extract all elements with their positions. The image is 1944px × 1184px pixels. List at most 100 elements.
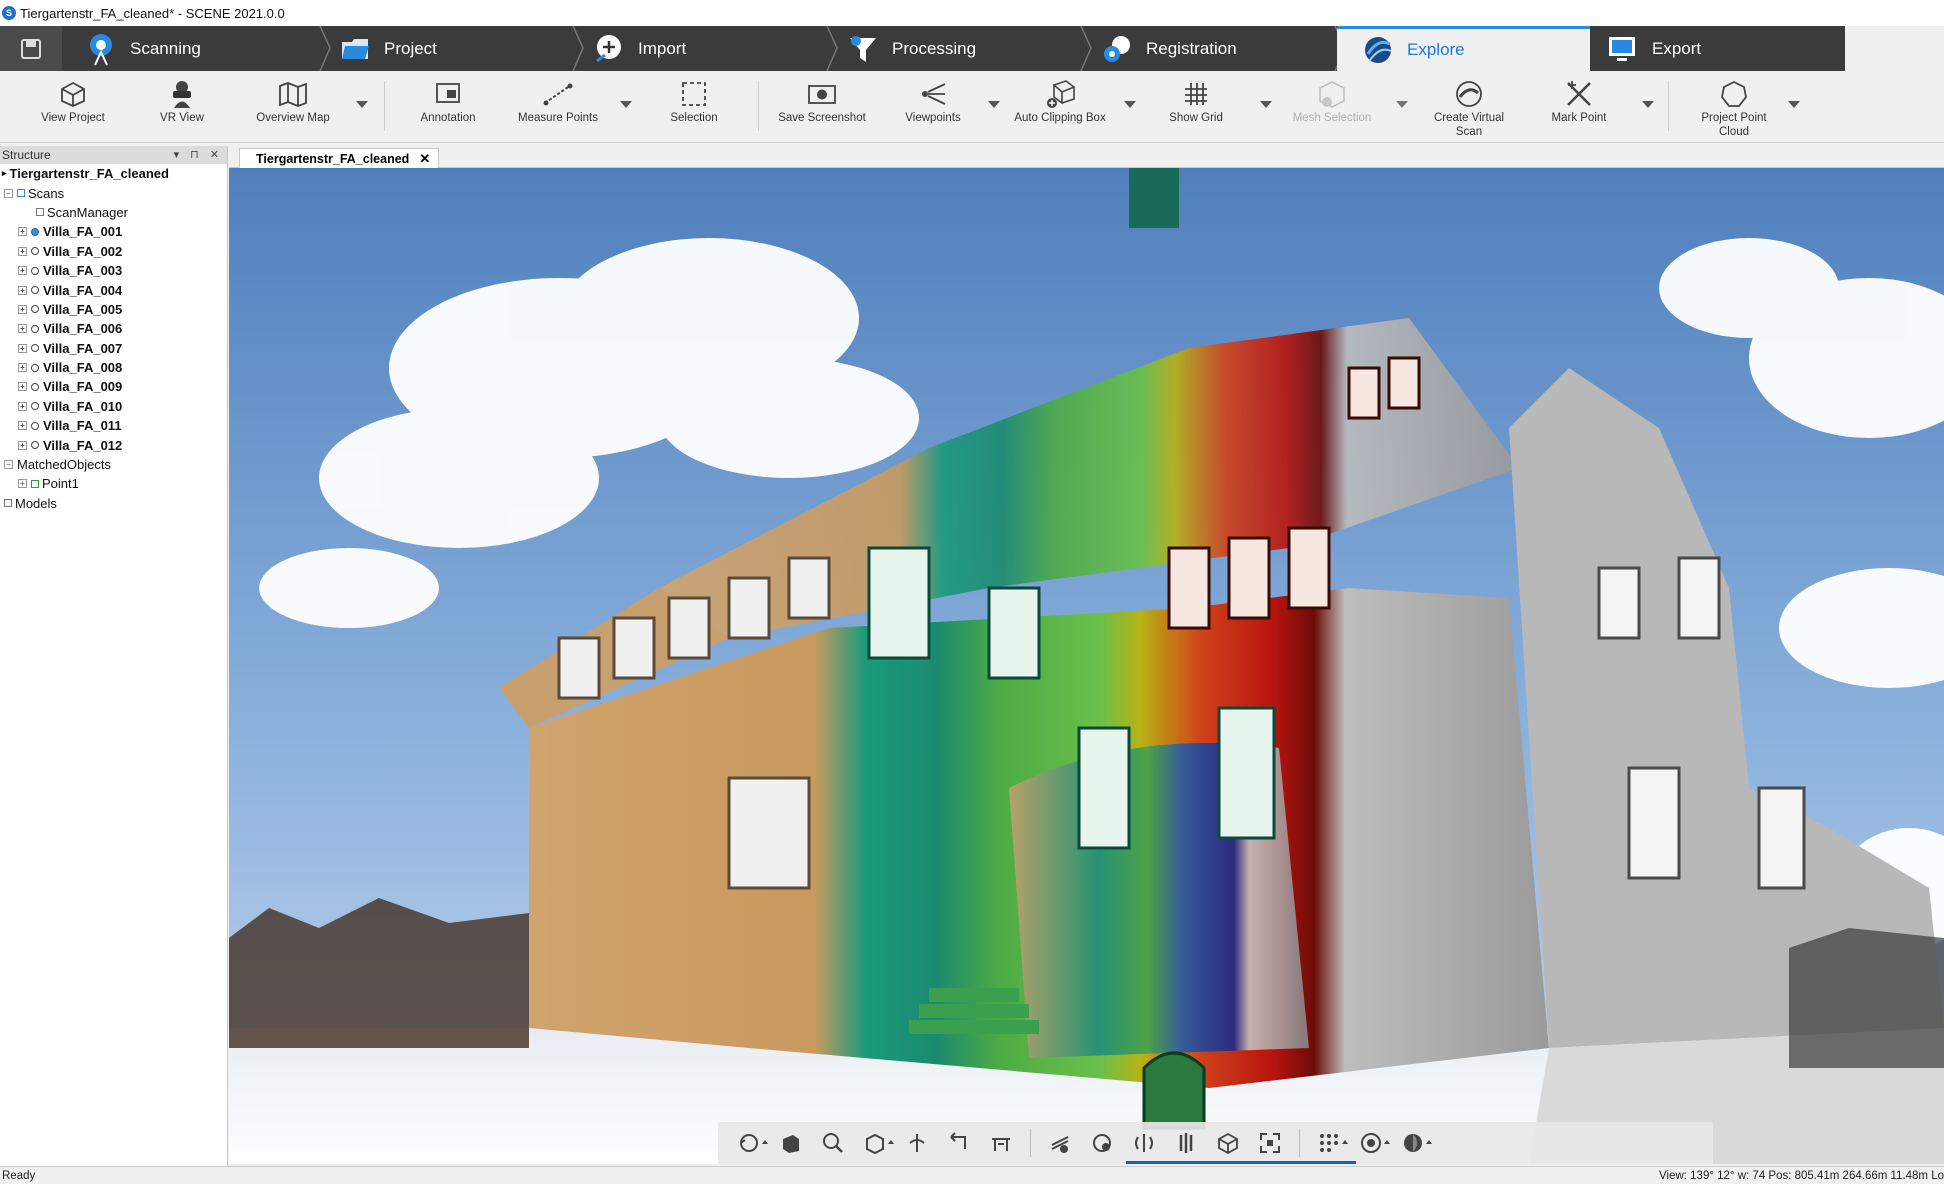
tab-explore[interactable]: Explore — [1337, 26, 1590, 71]
toolbar-separator — [1299, 1129, 1300, 1157]
reset-view-button[interactable] — [938, 1127, 980, 1159]
registration-icon — [1100, 32, 1134, 66]
overview-map-dropdown-icon[interactable] — [356, 101, 368, 108]
slice-button[interactable] — [1165, 1127, 1207, 1159]
mark-point-label: Mark Point — [1551, 112, 1607, 124]
walk-mode-button[interactable] — [1039, 1127, 1081, 1159]
expand-icon[interactable]: + — [18, 382, 27, 392]
show-grid-button[interactable]: Show Grid — [1166, 77, 1226, 125]
clipping-box-button[interactable] — [1207, 1127, 1249, 1159]
save-button[interactable] — [0, 26, 62, 71]
tree-item-scan[interactable]: + Villa_FA_010 — [0, 397, 227, 416]
tree-item-scan[interactable]: + Villa_FA_007 — [0, 339, 227, 358]
tab-project[interactable]: Project — [338, 26, 437, 71]
tree-label: ScanManager — [47, 204, 128, 220]
tree-item-scan[interactable]: + Villa_FA_005 — [0, 300, 227, 319]
expand-icon[interactable]: + — [18, 343, 27, 353]
rotate-button[interactable] — [896, 1127, 938, 1159]
target-button[interactable] — [1350, 1127, 1392, 1159]
scan-point-cloud-button[interactable] — [1081, 1127, 1123, 1159]
project-point-cloud-button[interactable]: Project Point Cloud — [1690, 77, 1778, 139]
mark-point-button[interactable]: Mark Point — [1546, 77, 1612, 125]
floppy-disk-icon — [21, 38, 41, 59]
annotation-button[interactable]: Annotation — [412, 77, 484, 125]
tree-item-models[interactable]: Models — [0, 494, 227, 513]
tree-item-scans[interactable]: − Scans — [0, 183, 227, 202]
project-point-cloud-label-line2: Cloud — [1718, 126, 1750, 138]
expand-icon[interactable]: + — [18, 304, 27, 314]
tab-scanning[interactable]: Scanning — [84, 26, 201, 71]
tree-item-scan[interactable]: + Villa_FA_008 — [0, 358, 227, 377]
tree-item-scan[interactable]: + Villa_FA_002 — [0, 242, 227, 261]
collapse-icon[interactable]: − — [4, 188, 13, 198]
tab-export[interactable]: Export — [1606, 26, 1701, 71]
zoom-button[interactable] — [812, 1127, 854, 1159]
create-virtual-scan-button[interactable]: Create Virtual Scan — [1424, 77, 1514, 139]
scan-list: + Villa_FA_001 + Villa_FA_002 + Villa_FA_003 +… — [0, 222, 227, 455]
auto-clipping-box-button[interactable]: Auto Clipping Box — [1010, 77, 1110, 125]
expand-icon[interactable]: + — [18, 266, 27, 276]
scan-label: Villa_FA_009 — [43, 379, 123, 395]
tree-item-scan[interactable]: + Villa_FA_004 — [0, 280, 227, 299]
viewpoints-dropdown-icon[interactable] — [988, 101, 1000, 108]
tree-item-point1[interactable]: + Point1 — [0, 474, 227, 493]
mark-point-dropdown-icon[interactable] — [1642, 101, 1654, 108]
expand-icon[interactable]: + — [18, 324, 27, 334]
toolbar-active-indicator — [1126, 1161, 1356, 1164]
3d-viewport[interactable] — [229, 168, 1944, 1164]
view-cube-button[interactable] — [854, 1127, 896, 1159]
measure-points-button[interactable]: Measure Points — [514, 77, 602, 125]
project-point-cloud-dropdown-icon[interactable] — [1788, 101, 1800, 108]
tree-item-scanmanager[interactable]: ScanManager — [0, 203, 227, 222]
panel-controls[interactable]: ▾ ⊓ ✕ — [174, 148, 223, 161]
view-project-button[interactable]: View Project — [38, 77, 108, 125]
fit-view-button[interactable] — [980, 1127, 1022, 1159]
auto-clipping-box-dropdown-icon[interactable] — [1124, 101, 1136, 108]
expand-icon[interactable]: + — [18, 246, 27, 256]
expand-icon[interactable]: + — [18, 285, 27, 295]
expand-icon[interactable]: + — [18, 401, 27, 411]
color-mode-icon — [1404, 1134, 1422, 1152]
viewpoints-button[interactable]: Viewpoints — [898, 77, 968, 125]
save-screenshot-button[interactable]: Save Screenshot — [774, 77, 870, 125]
expand-icon[interactable]: + — [18, 363, 27, 373]
selection-button[interactable]: Selection — [666, 77, 722, 125]
auto-clipping-box-label: Auto Clipping Box — [1014, 112, 1106, 124]
tab-processing[interactable]: Processing — [846, 26, 976, 71]
tree-item-scan[interactable]: + Villa_FA_009 — [0, 377, 227, 396]
perspective-button[interactable] — [770, 1127, 812, 1159]
tree-root-item[interactable]: ▸ Tiergartenstr_FA_cleaned — [0, 164, 227, 183]
expand-icon[interactable]: + — [18, 421, 27, 431]
tree-item-scan[interactable]: + Villa_FA_001 — [0, 222, 227, 241]
view-project-label: View Project — [41, 112, 105, 124]
collapse-icon[interactable]: − — [4, 460, 13, 470]
tree-item-matched-objects[interactable]: − MatchedObjects — [0, 455, 227, 474]
tree-item-scan[interactable]: + Villa_FA_003 — [0, 261, 227, 280]
tree-item-scan[interactable]: + Villa_FA_006 — [0, 319, 227, 338]
project-point-cloud-label: Project Point — [1701, 112, 1767, 124]
close-icon[interactable]: ✕ — [419, 151, 430, 167]
tree-item-scan[interactable]: + Villa_FA_012 — [0, 435, 227, 454]
overview-map-button[interactable]: Overview Map — [250, 77, 336, 125]
expand-icon[interactable]: + — [18, 479, 27, 489]
expand-icon[interactable]: + — [18, 440, 27, 450]
section-button[interactable] — [1123, 1127, 1165, 1159]
scan-status-icon — [31, 421, 39, 430]
show-grid-dropdown-icon[interactable] — [1260, 101, 1272, 108]
vr-view-button[interactable]: VR View — [156, 77, 208, 125]
view-position-readout: View: 139° 12° w: 74 Pos: 805.41m 264.66… — [1659, 1170, 1944, 1182]
mesh-selection-dropdown-icon[interactable] — [1396, 101, 1408, 108]
document-tab[interactable]: Tiergartenstr_FA_cleaned ✕ — [239, 148, 440, 168]
tab-registration[interactable]: Registration — [1100, 26, 1237, 71]
scan-label: Villa_FA_012 — [43, 437, 123, 453]
point-density-button[interactable] — [1308, 1127, 1350, 1159]
color-mode-button[interactable] — [1392, 1127, 1434, 1159]
tree-item-scan[interactable]: + Villa_FA_011 — [0, 416, 227, 435]
orbit-mode-button[interactable] — [728, 1127, 770, 1159]
tab-import[interactable]: Import — [592, 26, 686, 71]
tab-separator-chevron — [319, 26, 331, 71]
measure-points-dropdown-icon[interactable] — [620, 101, 632, 108]
expand-icon[interactable]: + — [18, 227, 27, 237]
fullscreen-button[interactable] — [1249, 1127, 1291, 1159]
mesh-selection-button[interactable]: Mesh Selection — [1288, 77, 1376, 125]
